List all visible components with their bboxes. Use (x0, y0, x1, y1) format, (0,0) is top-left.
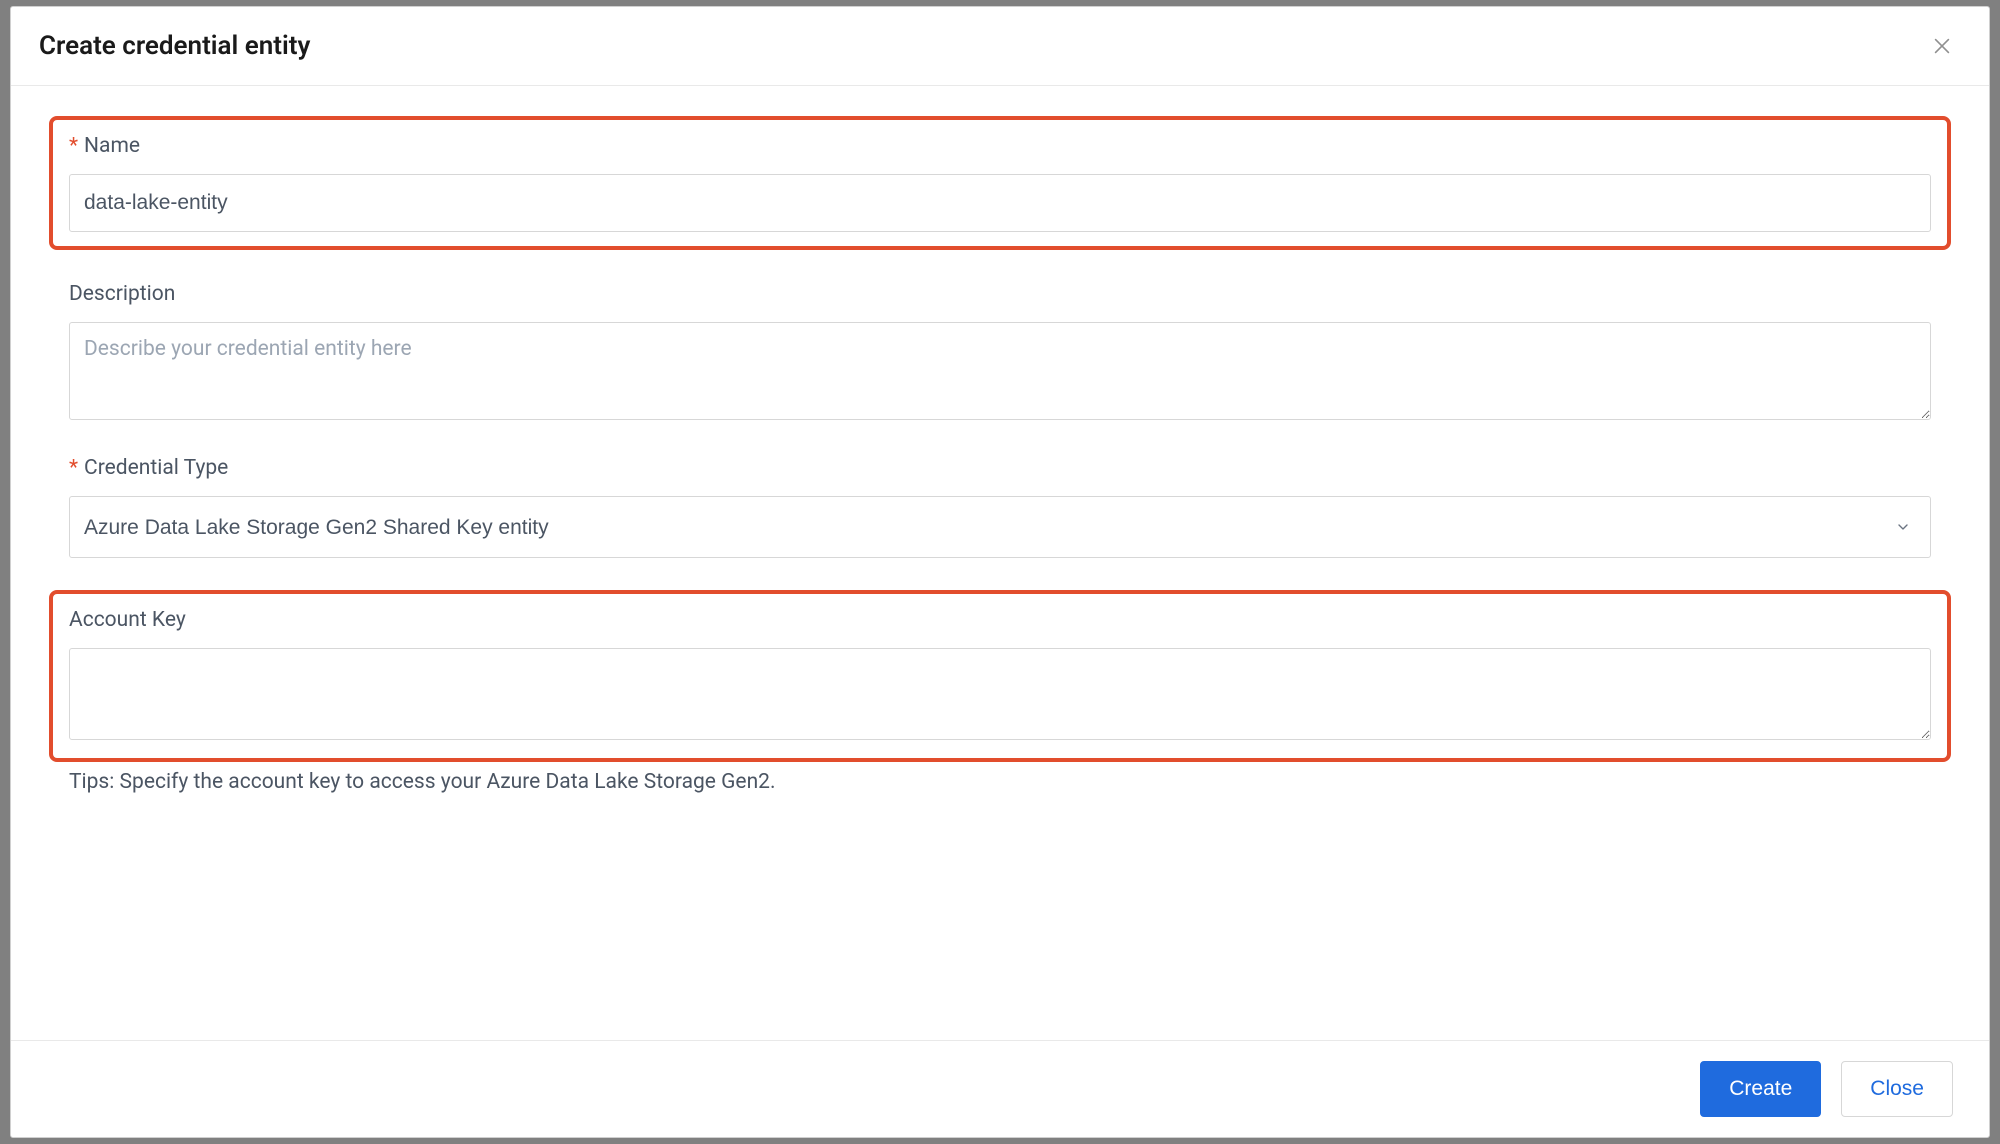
account-key-label: Account Key (69, 608, 1931, 632)
credential-type-label-text: Credential Type (84, 456, 228, 480)
create-credential-entity-modal: Create credential entity *Name Descripti… (10, 6, 1990, 1138)
modal-title: Create credential entity (39, 31, 310, 61)
modal-footer: Create Close (11, 1040, 1989, 1137)
credential-type-select[interactable]: Azure Data Lake Storage Gen2 Shared Key … (69, 496, 1931, 558)
close-icon[interactable] (1931, 35, 1953, 57)
description-field-group: Description (69, 282, 1931, 424)
account-key-tips: Tips: Specify the account key to access … (69, 770, 1931, 794)
account-key-textarea[interactable] (69, 648, 1931, 740)
credential-type-field-group: *Credential Type Azure Data Lake Storage… (69, 456, 1931, 558)
name-label: *Name (69, 134, 1931, 158)
name-field-group: *Name (49, 116, 1951, 250)
required-mark-icon: * (69, 134, 78, 158)
credential-type-label: *Credential Type (69, 456, 1931, 480)
name-input[interactable] (69, 174, 1931, 232)
description-label: Description (69, 282, 1931, 306)
create-button[interactable]: Create (1700, 1061, 1821, 1117)
modal-body: *Name Description *Credential Type Azure… (11, 86, 1989, 1040)
close-button[interactable]: Close (1841, 1061, 1953, 1117)
credential-type-select-wrap: Azure Data Lake Storage Gen2 Shared Key … (69, 496, 1931, 558)
name-label-text: Name (84, 134, 140, 158)
description-textarea[interactable] (69, 322, 1931, 420)
account-key-field-group: Account Key (49, 590, 1951, 762)
required-mark-icon: * (69, 456, 78, 480)
modal-header: Create credential entity (11, 7, 1989, 86)
